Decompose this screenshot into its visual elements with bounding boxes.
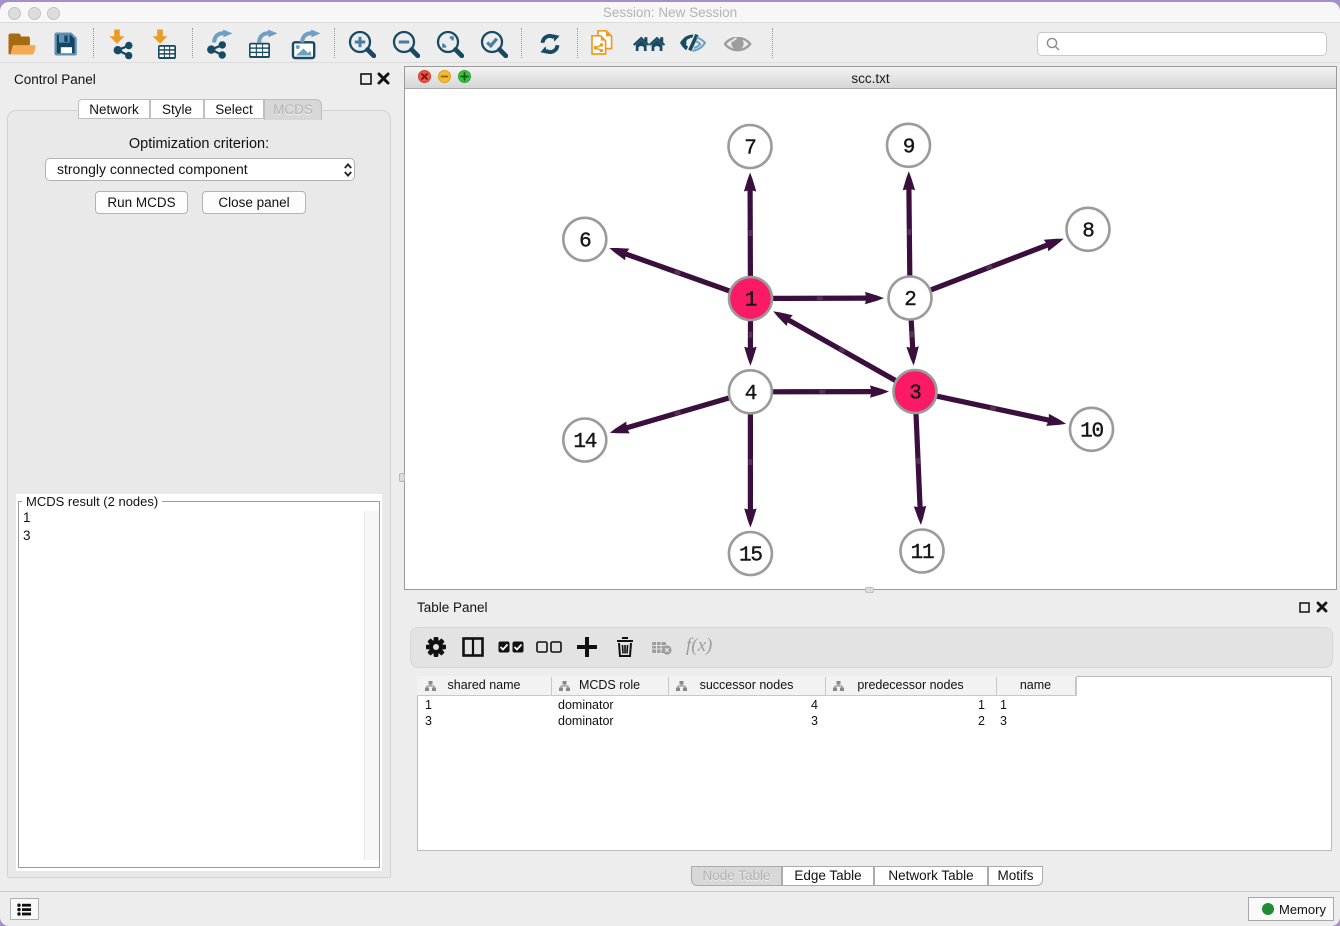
svg-text:9: 9 xyxy=(903,136,915,159)
svg-text:4: 4 xyxy=(745,383,757,406)
svg-text:2: 2 xyxy=(904,289,916,312)
svg-text:7: 7 xyxy=(744,138,755,161)
svg-text:15: 15 xyxy=(739,545,762,568)
svg-text:6: 6 xyxy=(579,230,591,253)
svg-text:11: 11 xyxy=(911,542,934,565)
svg-text:8: 8 xyxy=(1082,220,1094,243)
svg-text:14: 14 xyxy=(573,431,596,454)
svg-text:10: 10 xyxy=(1080,420,1103,443)
svg-text:3: 3 xyxy=(909,383,921,406)
svg-text:1: 1 xyxy=(745,290,757,313)
